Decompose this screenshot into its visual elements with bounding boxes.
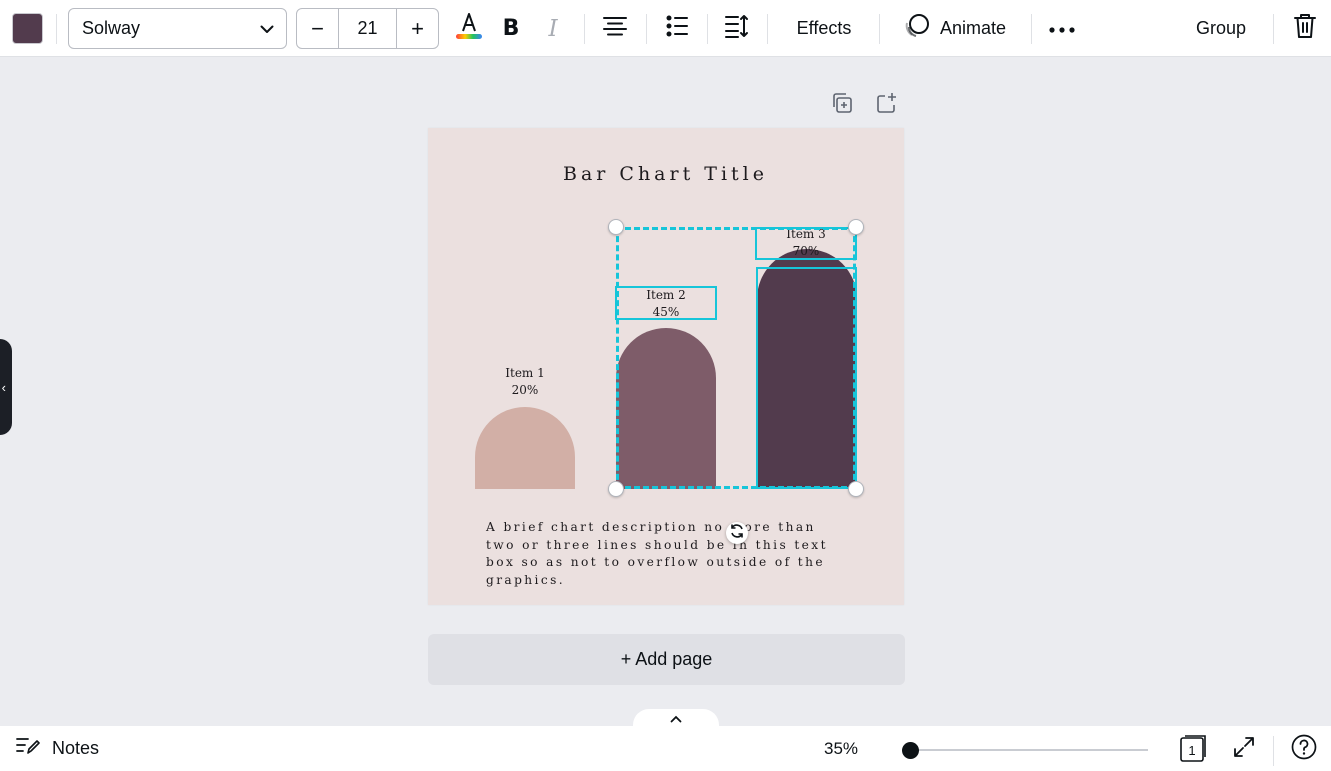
font-family-value: Solway bbox=[82, 18, 141, 38]
animate-button[interactable]: Animate bbox=[895, 0, 1015, 57]
animate-label: Animate bbox=[939, 18, 1007, 38]
divider bbox=[767, 14, 768, 44]
bar-category-label: Item 1 bbox=[505, 366, 545, 380]
italic-icon: I bbox=[548, 15, 558, 42]
rotate-icon bbox=[729, 523, 745, 544]
fullscreen-button[interactable] bbox=[1229, 734, 1259, 764]
add-page-button[interactable]: + Add page bbox=[428, 634, 905, 685]
animate-icon bbox=[904, 13, 930, 44]
expand-icon bbox=[1233, 736, 1255, 763]
effects-button[interactable]: Effects bbox=[784, 0, 864, 57]
selected-label-outline bbox=[615, 286, 717, 320]
zoom-level[interactable]: 35% bbox=[824, 726, 858, 771]
increase-font-size-button[interactable]: + bbox=[397, 9, 438, 48]
duplicate-page-icon bbox=[831, 92, 853, 119]
delete-button[interactable] bbox=[1290, 0, 1320, 57]
rotate-handle[interactable] bbox=[726, 522, 748, 544]
chevron-up-icon bbox=[670, 710, 682, 728]
divider bbox=[1273, 14, 1274, 44]
font-size-input[interactable]: 21 bbox=[338, 9, 397, 48]
duplicate-page-button[interactable] bbox=[830, 92, 854, 119]
resize-handle-bottom-right[interactable] bbox=[848, 481, 864, 497]
notes-label: Notes bbox=[52, 738, 100, 758]
bar-item-1[interactable] bbox=[475, 407, 575, 489]
text-color-icon bbox=[455, 11, 483, 46]
text-color-swatch[interactable] bbox=[12, 13, 43, 44]
page-count-button[interactable]: 1 bbox=[1178, 734, 1208, 764]
chevron-left-icon: ‹ bbox=[1, 379, 6, 395]
decrease-font-size-button[interactable]: − bbox=[297, 9, 338, 48]
more-icon bbox=[1049, 20, 1075, 38]
page-count: 1 bbox=[1188, 743, 1195, 758]
resize-handle-top-left[interactable] bbox=[608, 219, 624, 235]
resize-handle-top-right[interactable] bbox=[848, 219, 864, 235]
spacing-icon bbox=[725, 14, 749, 43]
add-new-page-button[interactable] bbox=[875, 92, 899, 119]
selected-bar-outline bbox=[756, 267, 857, 489]
bold-button[interactable]: B bbox=[497, 0, 525, 57]
italic-button[interactable]: I bbox=[540, 0, 566, 57]
add-page-icon bbox=[876, 92, 898, 119]
chart-title[interactable]: Bar Chart Title bbox=[0, 163, 1331, 185]
resize-handle-bottom-left[interactable] bbox=[608, 481, 624, 497]
pages-panel-toggle[interactable] bbox=[633, 709, 719, 729]
help-icon bbox=[1291, 734, 1317, 765]
text-color-button[interactable] bbox=[452, 0, 486, 57]
align-center-icon bbox=[603, 16, 627, 41]
text-align-button[interactable] bbox=[601, 0, 629, 57]
list-icon bbox=[666, 15, 688, 42]
more-options-button[interactable] bbox=[1046, 0, 1078, 57]
pages-icon: 1 bbox=[1180, 735, 1206, 762]
font-family-dropdown[interactable]: Solway bbox=[68, 8, 287, 49]
zoom-slider-track[interactable] bbox=[902, 749, 1148, 751]
selected-label-outline bbox=[755, 227, 857, 260]
help-button[interactable] bbox=[1289, 734, 1319, 764]
divider bbox=[56, 14, 57, 44]
bar-shape bbox=[475, 407, 575, 489]
bar-value-label: 20% bbox=[511, 383, 539, 397]
chart-description[interactable]: A brief chart description no more than t… bbox=[486, 519, 850, 589]
divider bbox=[1273, 736, 1274, 766]
notes-icon bbox=[16, 736, 40, 761]
side-panel-toggle[interactable]: ‹ bbox=[0, 339, 12, 435]
divider bbox=[879, 14, 880, 44]
editor-toolbar: Solway − 21 + B I Effects Animate Group bbox=[0, 0, 1331, 57]
group-button[interactable]: Group bbox=[1186, 0, 1256, 57]
divider bbox=[584, 14, 585, 44]
bold-icon: B bbox=[502, 16, 520, 41]
zoom-slider-handle[interactable] bbox=[902, 742, 919, 759]
spacing-button[interactable] bbox=[723, 0, 751, 57]
divider bbox=[707, 14, 708, 44]
divider bbox=[1031, 14, 1032, 44]
bar-label-item-1[interactable]: Item 1 20% bbox=[475, 365, 575, 399]
chevron-down-icon bbox=[260, 18, 274, 39]
list-button[interactable] bbox=[663, 0, 691, 57]
font-size-stepper: − 21 + bbox=[296, 8, 439, 49]
divider bbox=[646, 14, 647, 44]
trash-icon bbox=[1294, 13, 1316, 44]
notes-button[interactable]: Notes bbox=[16, 726, 99, 771]
